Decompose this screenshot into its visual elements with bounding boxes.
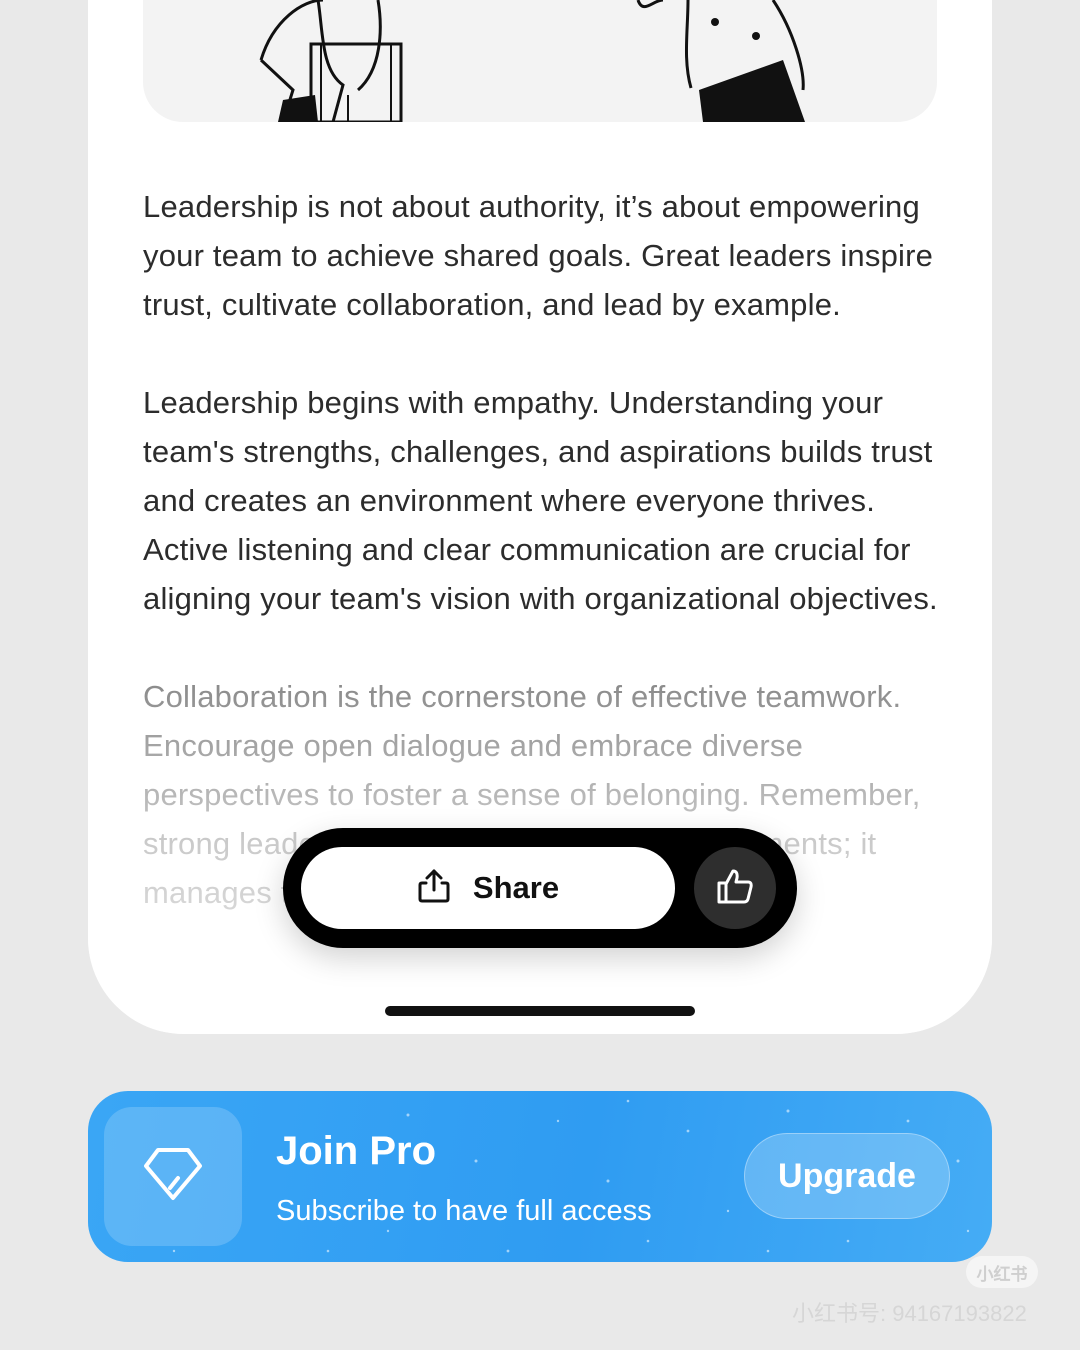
- pro-promo-banner[interactable]: Join Pro Subscribe to have full access U…: [88, 1091, 992, 1262]
- promo-subtitle: Subscribe to have full access: [276, 1195, 652, 1227]
- watermark-logo: 小红书: [966, 1256, 1038, 1288]
- share-button-label: Share: [472, 870, 560, 905]
- article-paragraph-1: Leadership is not about authority, it’s …: [143, 189, 934, 322]
- share-icon: [417, 868, 451, 909]
- article-illustration: [143, 0, 937, 122]
- pro-icon-box: [104, 1107, 242, 1246]
- floating-action-bar: Share: [283, 828, 797, 948]
- upgrade-button[interactable]: Upgrade: [744, 1133, 950, 1219]
- share-button[interactable]: Share: [301, 847, 675, 929]
- home-indicator: [385, 1006, 695, 1016]
- article-paragraph-2: Leadership begins with empathy. Understa…: [143, 385, 938, 616]
- thumbs-up-icon: [715, 867, 755, 910]
- like-button[interactable]: [694, 847, 776, 929]
- promo-title: Join Pro: [276, 1129, 437, 1173]
- diamond-tag-icon: [142, 1146, 204, 1207]
- watermark-id: 小红书号: 94167193822: [792, 1301, 1027, 1326]
